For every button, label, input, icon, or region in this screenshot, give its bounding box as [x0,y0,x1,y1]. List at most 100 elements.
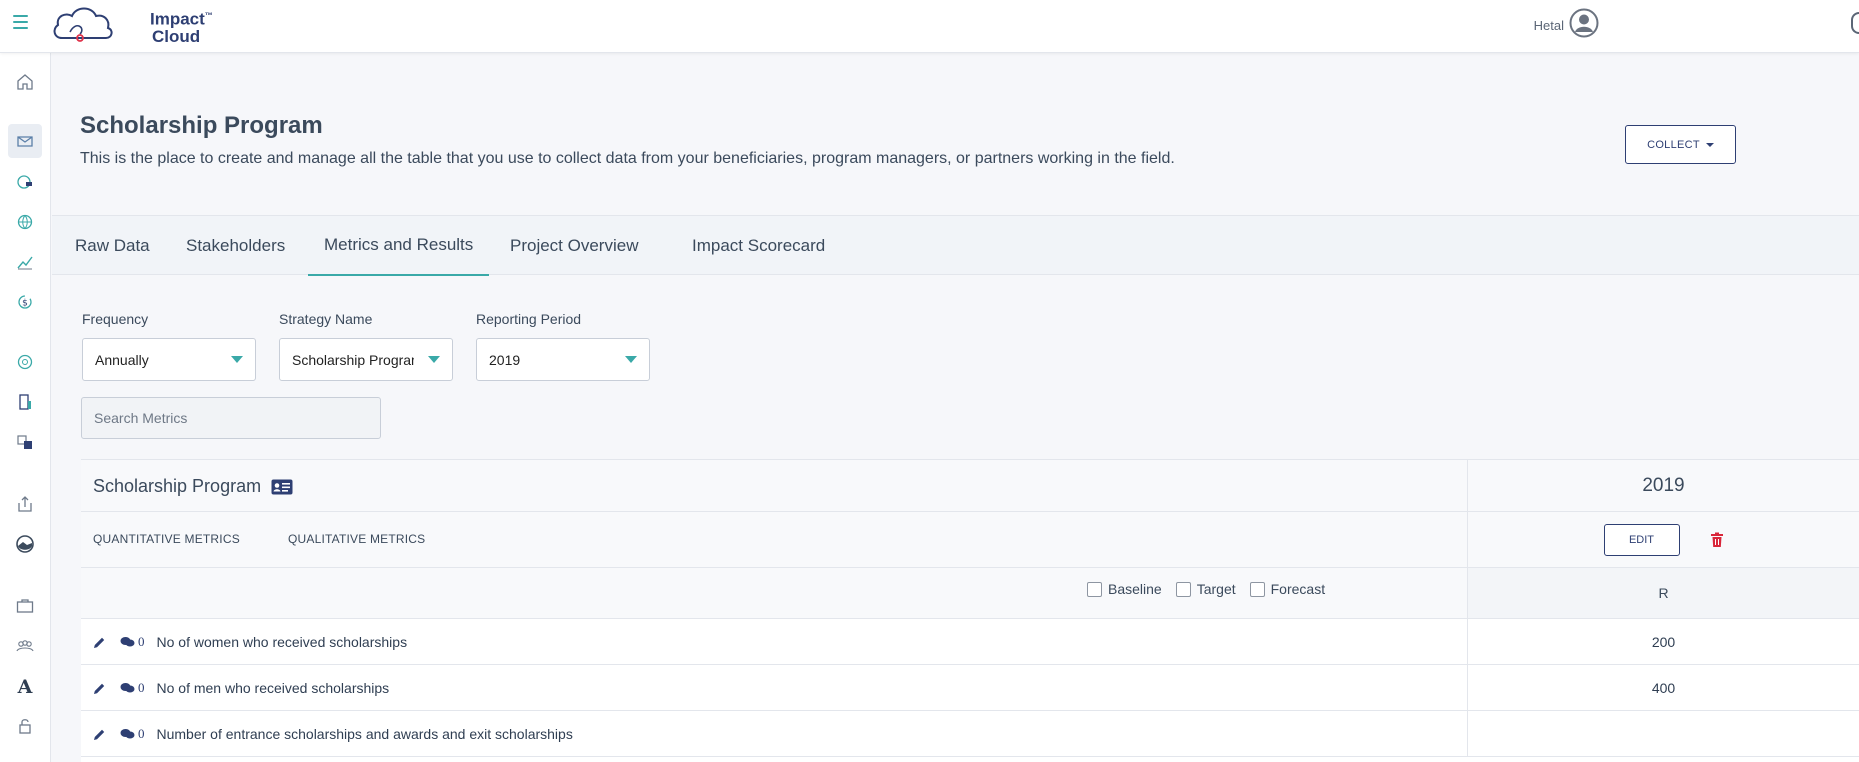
home-icon[interactable] [8,65,42,99]
page-subtitle: This is the place to create and manage a… [80,150,1175,167]
edit-button[interactable]: EDIT [1603,523,1680,556]
translate-icon[interactable] [8,425,42,459]
tabs-bar: Raw Data Stakeholders Metrics and Result… [52,215,1859,276]
table-row: 0 Number of entrance scholarships and aw… [81,711,1859,757]
strategy-name-select[interactable]: Scholarship Program [279,338,453,381]
pencil-edit-icon[interactable] [93,682,106,695]
qualitative-metrics-tab[interactable]: QUALITATIVE METRICS [288,532,425,546]
r-column-header-text: R [1658,585,1669,601]
metric-cell: 0 Number of entrance scholarships and aw… [93,711,573,757]
logo-line1: Impact [150,9,205,29]
comments-button[interactable]: 0 [120,680,145,696]
tab-project-overview[interactable]: Project Overview [494,216,654,276]
comments-icon [120,683,135,693]
target-label: Target [1196,581,1236,597]
options-row: Baseline Target Forecast R [81,568,1859,619]
target-checkbox[interactable]: Target [1175,581,1236,597]
hamburger-menu-icon[interactable] [10,12,32,32]
font-icon[interactable]: A [8,669,42,703]
comments-button[interactable]: 0 [120,726,145,742]
tab-stakeholders[interactable]: Stakeholders [170,216,301,276]
tab-raw-data[interactable]: Raw Data [59,216,166,276]
frequency-select[interactable]: Annually [82,338,256,381]
value-cell: 200 [1467,619,1859,664]
comment-count: 0 [138,680,145,695]
table-row: 0 No of men who received scholarships 40… [81,665,1859,711]
pencil-edit-icon[interactable] [93,636,106,649]
value-cell: 400 [1467,665,1859,710]
forecast-label: Forecast [1270,581,1326,597]
globe-money-icon[interactable] [8,165,42,199]
impact-cloud-logo[interactable]: Impact™ Cloud [50,2,213,47]
lock-icon[interactable] [8,709,42,743]
user-name[interactable]: Hetal [1534,18,1564,33]
metric-name: No of women who received scholarships [156,634,408,650]
frequency-label: Frequency [82,311,149,327]
trash-icon[interactable] [1710,532,1724,548]
cloud-logo-icon [53,7,113,42]
trend-chart-icon[interactable] [8,245,42,279]
metric-name: Number of entrance scholarships and awar… [156,726,573,742]
series-checkboxes: Baseline Target Forecast [1087,581,1325,597]
comments-icon [120,637,135,647]
logo-line2: Cloud [152,26,201,46]
svg-text:$: $ [22,299,28,309]
logo-text: Impact™ Cloud [150,7,213,45]
reporting-period-value: 2019 [489,351,521,368]
power-icon[interactable] [1851,12,1859,34]
metrics-table: Scholarship Program 2019 QUANTITATIVE ME… [81,459,1859,762]
team-icon[interactable] [8,629,42,663]
comment-count: 0 [138,634,145,649]
globe-icon[interactable] [8,205,42,239]
collect-button[interactable]: COLLECT [1625,125,1736,164]
upload-icon[interactable] [8,487,42,521]
caret-down-icon [1705,142,1714,147]
page-title: Scholarship Program [80,112,323,139]
baseline-label: Baseline [1108,581,1162,597]
value-cell [1467,711,1859,756]
quantitative-metrics-tab[interactable]: QUANTITATIVE METRICS [93,532,240,546]
search-metrics-input[interactable] [81,397,381,439]
metric-cell: 0 No of women who received scholarships [93,619,407,665]
network-globe-icon[interactable] [8,345,42,379]
collect-button-label: COLLECT [1647,138,1700,151]
table-header-row: Scholarship Program 2019 [81,460,1859,512]
dollar-cycle-icon[interactable]: $ [8,285,42,319]
program-title: Scholarship Program [93,476,293,497]
forecast-checkbox[interactable]: Forecast [1249,581,1326,597]
table-row: 0 No of women who received scholarships … [81,619,1859,665]
metric-type-row: QUANTITATIVE METRICS QUALITATIVE METRICS… [81,512,1859,568]
year-header: 2019 [1642,474,1685,496]
reporting-period-label: Reporting Period [476,311,582,327]
svg-text:A: A [17,676,33,696]
dropdown-arrow-icon [625,356,637,363]
comments-button[interactable]: 0 [120,634,145,650]
reporting-period-select[interactable]: 2019 [476,338,650,381]
logo-trademark: ™ [204,11,213,20]
comments-icon [120,729,135,739]
user-avatar-icon[interactable] [1569,8,1599,38]
inbox-icon[interactable] [8,124,42,158]
briefcase-icon[interactable] [8,589,42,623]
sidebar: $ A [0,53,51,762]
comment-count: 0 [138,726,145,741]
r-column-header: R [1467,568,1859,618]
metric-value: 200 [1651,633,1676,650]
frequency-value: Annually [95,351,149,368]
checkbox-box[interactable] [1175,581,1191,597]
baseline-checkbox[interactable]: Baseline [1087,581,1162,597]
tab-metrics-and-results[interactable]: Metrics and Results [308,216,490,276]
landscape-icon[interactable] [8,527,42,561]
checkbox-box[interactable] [1249,581,1265,597]
dropdown-arrow-icon [428,356,440,363]
year-header-cell: 2019 [1467,460,1859,511]
program-title-text: Scholarship Program [93,476,262,496]
pencil-edit-icon[interactable] [93,728,106,741]
strategy-name-label: Strategy Name [279,311,373,327]
actions-cell: EDIT [1467,512,1859,567]
building-icon[interactable] [8,385,42,419]
metric-name: No of men who received scholarships [156,680,390,696]
tab-impact-scorecard[interactable]: Impact Scorecard [676,216,841,276]
checkbox-box[interactable] [1087,581,1102,597]
id-card-icon[interactable] [271,479,293,495]
